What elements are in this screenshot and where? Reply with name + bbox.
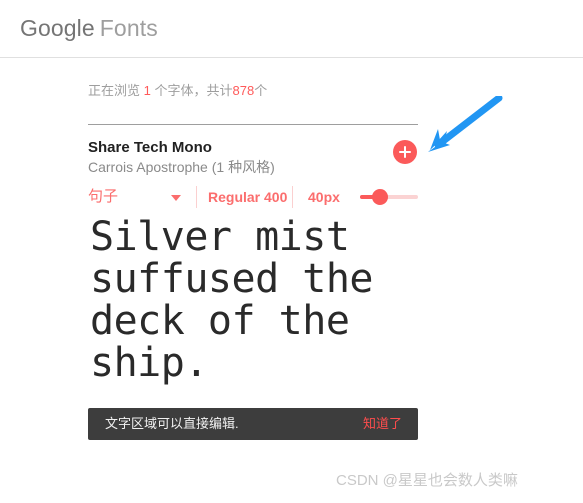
sample-type-dropdown[interactable]: 句子 <box>88 184 118 210</box>
editable-hint-snackbar: 文字区域可以直接编辑. 知道了 <box>88 408 418 440</box>
logo-fonts-text: Fonts <box>99 15 158 41</box>
google-fonts-logo[interactable]: Google Fonts <box>20 13 158 43</box>
preview-controls: 句子 Regular 400 40px <box>88 184 418 210</box>
browse-status-middle: 个字体，共计 <box>154 83 233 98</box>
plus-icon-vertical <box>403 146 407 158</box>
browse-status-count: 1 <box>143 83 151 98</box>
font-size-slider[interactable] <box>360 189 418 205</box>
slider-thumb[interactable] <box>372 189 388 205</box>
control-separator-1 <box>196 186 197 208</box>
browse-status-text: 正在浏览 1 个字体，共计878个 <box>88 82 267 100</box>
font-size-value[interactable]: 40px <box>308 184 340 210</box>
content-divider <box>88 124 418 125</box>
logo-google-text: Google <box>20 15 95 41</box>
snackbar-dismiss-button[interactable]: 知道了 <box>363 408 402 440</box>
browse-status-total: 878 <box>232 83 255 98</box>
app-header: Google Fonts <box>0 0 583 58</box>
browse-status-suffix: 个 <box>254 83 268 98</box>
font-foundry-name: Carrois Apostrophe (1 种风格) <box>88 159 275 175</box>
font-weight-selector[interactable]: Regular 400 <box>208 184 287 210</box>
browse-status-prefix: 正在浏览 <box>88 83 141 98</box>
font-family-name: Share Tech Mono <box>88 139 212 156</box>
snackbar-message: 文字区域可以直接编辑. <box>105 416 239 431</box>
chevron-down-icon[interactable] <box>171 195 181 201</box>
google-fonts-page: Google Fonts 正在浏览 1 个字体，共计878个 Share Tech… <box>0 0 583 503</box>
csdn-watermark: CSDN @星星也会数人类嘛 <box>336 472 518 489</box>
add-font-button[interactable] <box>393 140 417 164</box>
annotation-arrow-icon <box>428 96 503 152</box>
font-preview-text[interactable]: Silver mist suffused the deck of the shi… <box>90 216 418 384</box>
control-separator-2 <box>292 186 293 208</box>
